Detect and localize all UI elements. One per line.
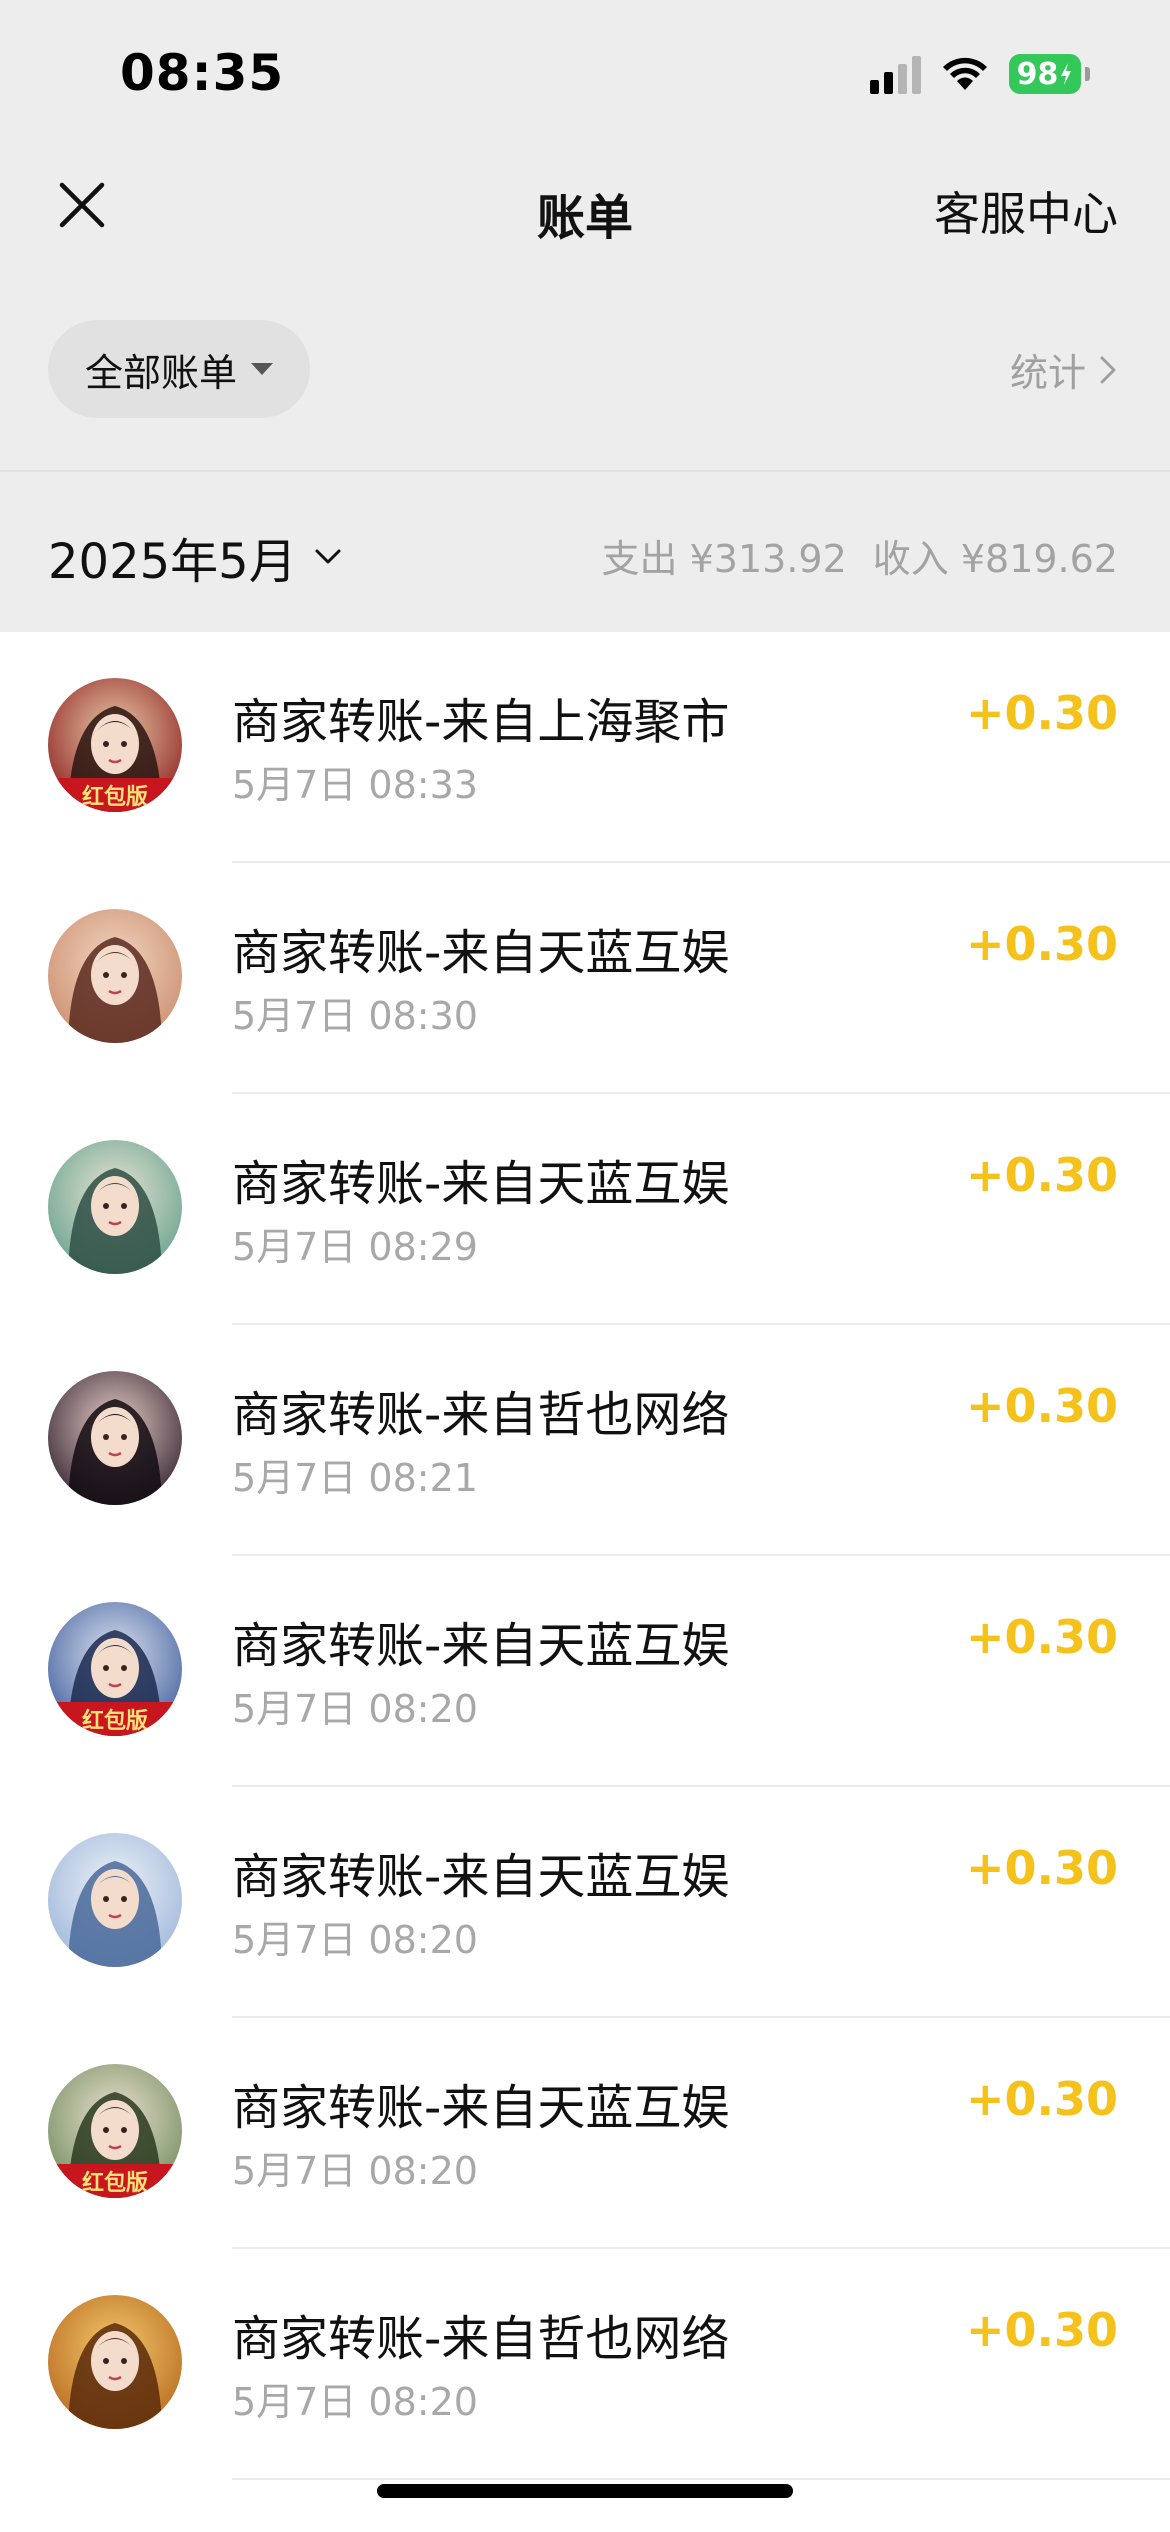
merchant-avatar: 红包版 (48, 678, 182, 812)
income-total: 收入 ¥819.62 (872, 537, 1118, 581)
transaction-amount: +0.30 (965, 1148, 1118, 1202)
cellular-signal-icon (870, 54, 921, 94)
status-time: 08:35 (120, 44, 285, 102)
row-divider (232, 2478, 1170, 2480)
expense-total: 支出 ¥313.92 (601, 537, 847, 581)
transaction-row[interactable]: 商家转账-来自哲也网络 5月7日 08:20 +0.30 (0, 2249, 1170, 2480)
transaction-time: 5月7日 08:20 (232, 2149, 478, 2193)
transaction-title: 商家转账-来自上海聚市 (232, 694, 730, 750)
transaction-title: 商家转账-来自天蓝互娱 (232, 925, 730, 981)
statistics-label: 统计 (1009, 351, 1086, 395)
month-label: 2025年5月 (48, 534, 297, 590)
transaction-title: 商家转账-来自天蓝互娱 (232, 1618, 730, 1674)
transaction-list: 红包版 商家转账-来自上海聚市 5月7日 08:33 +0.30 商家转账-来自… (0, 632, 1170, 2480)
transaction-row[interactable]: 红包版 商家转账-来自天蓝互娱 5月7日 08:20 +0.30 (0, 2018, 1170, 2249)
nav-bar: 账单 客服中心 (0, 150, 1170, 260)
merchant-avatar (48, 909, 182, 1043)
avatar-badge-text: 红包版 (82, 2170, 148, 2196)
transaction-row[interactable]: 商家转账-来自天蓝互娱 5月7日 08:20 +0.30 (0, 1787, 1170, 2018)
transaction-row[interactable]: 商家转账-来自天蓝互娱 5月7日 08:30 +0.30 (0, 863, 1170, 1094)
transaction-time: 5月7日 08:33 (232, 763, 478, 807)
merchant-avatar (48, 1140, 182, 1274)
transaction-amount: +0.30 (965, 2072, 1118, 2126)
battery-charging-icon: 98 (1009, 54, 1081, 94)
bill-screen: 08:35 98 账单 客服中心 全部账单 统计 2025年5月 支出 ¥313… (0, 0, 1170, 2532)
transaction-amount: +0.30 (965, 1841, 1118, 1895)
month-bar: 2025年5月 支出 ¥313.92 收入 ¥819.62 (0, 470, 1170, 632)
transaction-row[interactable]: 商家转账-来自天蓝互娱 5月7日 08:29 +0.30 (0, 1094, 1170, 1325)
transaction-title: 商家转账-来自天蓝互娱 (232, 1849, 730, 1905)
merchant-avatar (48, 2295, 182, 2429)
bill-filter-label: 全部账单 (84, 350, 237, 395)
transaction-time: 5月7日 08:29 (232, 1225, 478, 1269)
statistics-link[interactable]: 统计 (1010, 342, 1118, 397)
transaction-title: 商家转账-来自天蓝互娱 (232, 1156, 730, 1212)
transaction-amount: +0.30 (965, 1610, 1118, 1664)
transaction-title: 商家转账-来自天蓝互娱 (232, 2080, 730, 2136)
transaction-amount: +0.30 (965, 686, 1118, 740)
month-summary: 支出 ¥313.92 收入 ¥819.62 (602, 528, 1118, 583)
month-picker[interactable]: 2025年5月 (48, 522, 343, 592)
transaction-row[interactable]: 商家转账-来自哲也网络 5月7日 08:21 +0.30 (0, 1325, 1170, 1556)
transaction-amount: +0.30 (965, 917, 1118, 971)
transaction-title: 商家转账-来自哲也网络 (232, 2311, 730, 2367)
transaction-row[interactable]: 红包版 商家转账-来自天蓝互娱 5月7日 08:20 +0.30 (0, 1556, 1170, 1787)
home-indicator[interactable] (377, 2484, 793, 2498)
battery-level: 98 (1016, 56, 1059, 92)
merchant-avatar (48, 1371, 182, 1505)
transaction-amount: +0.30 (965, 1379, 1118, 1433)
transaction-row[interactable]: 红包版 商家转账-来自上海聚市 5月7日 08:33 +0.30 (0, 632, 1170, 863)
merchant-avatar (48, 1833, 182, 1967)
transaction-time: 5月7日 08:20 (232, 2380, 478, 2424)
transaction-time: 5月7日 08:30 (232, 994, 478, 1038)
customer-service-link[interactable]: 客服中心 (934, 178, 1118, 244)
transaction-time: 5月7日 08:21 (232, 1456, 478, 1500)
status-bar: 08:35 98 (0, 0, 1170, 150)
caret-down-icon (251, 363, 273, 375)
avatar-badge-text: 红包版 (82, 784, 148, 810)
transaction-time: 5月7日 08:20 (232, 1918, 478, 1962)
transaction-time: 5月7日 08:20 (232, 1687, 478, 1731)
chevron-down-icon (315, 549, 341, 564)
transaction-amount: +0.30 (965, 2303, 1118, 2357)
transaction-title: 商家转账-来自哲也网络 (232, 1387, 730, 1443)
bill-filter-dropdown[interactable]: 全部账单 (48, 320, 310, 418)
merchant-avatar: 红包版 (48, 1602, 182, 1736)
merchant-avatar: 红包版 (48, 2064, 182, 2198)
avatar-badge-text: 红包版 (82, 1708, 148, 1734)
status-icons: 98 (870, 54, 1090, 94)
chevron-right-icon (1100, 356, 1116, 383)
wifi-icon (943, 57, 987, 90)
battery-tip (1085, 67, 1090, 81)
